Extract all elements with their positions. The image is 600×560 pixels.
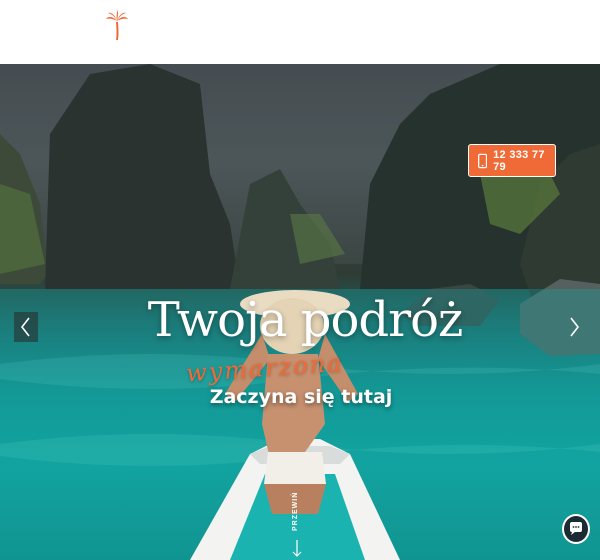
site-header xyxy=(0,0,600,64)
scroll-label: PRZEWIŃ xyxy=(292,491,299,531)
chat-button[interactable] xyxy=(562,514,590,544)
chat-bubble-icon xyxy=(570,522,582,535)
phone-icon xyxy=(478,153,488,168)
chevron-left-icon xyxy=(20,317,30,337)
arrow-down-icon xyxy=(292,540,302,557)
hero-title: Twoja podróż xyxy=(147,292,464,348)
chevron-right-icon xyxy=(570,317,580,337)
logo-link[interactable] xyxy=(106,10,128,41)
phone-number: 12 333 77 79 xyxy=(493,148,545,173)
scroll-down-cue[interactable]: PRZEWIŃ xyxy=(288,488,306,560)
slider-prev-button[interactable] xyxy=(14,312,38,342)
page: 12 333 77 79 Twoja podróż wymarzona Zacz… xyxy=(0,0,600,560)
slider-next-button[interactable] xyxy=(562,312,586,342)
hero-section: 12 333 77 79 Twoja podróż wymarzona Zacz… xyxy=(0,64,600,560)
palm-tree-icon xyxy=(106,10,128,41)
phone-button[interactable]: 12 333 77 79 xyxy=(468,144,556,177)
hero-subtitle: Zaczyna się tutaj xyxy=(209,386,393,408)
